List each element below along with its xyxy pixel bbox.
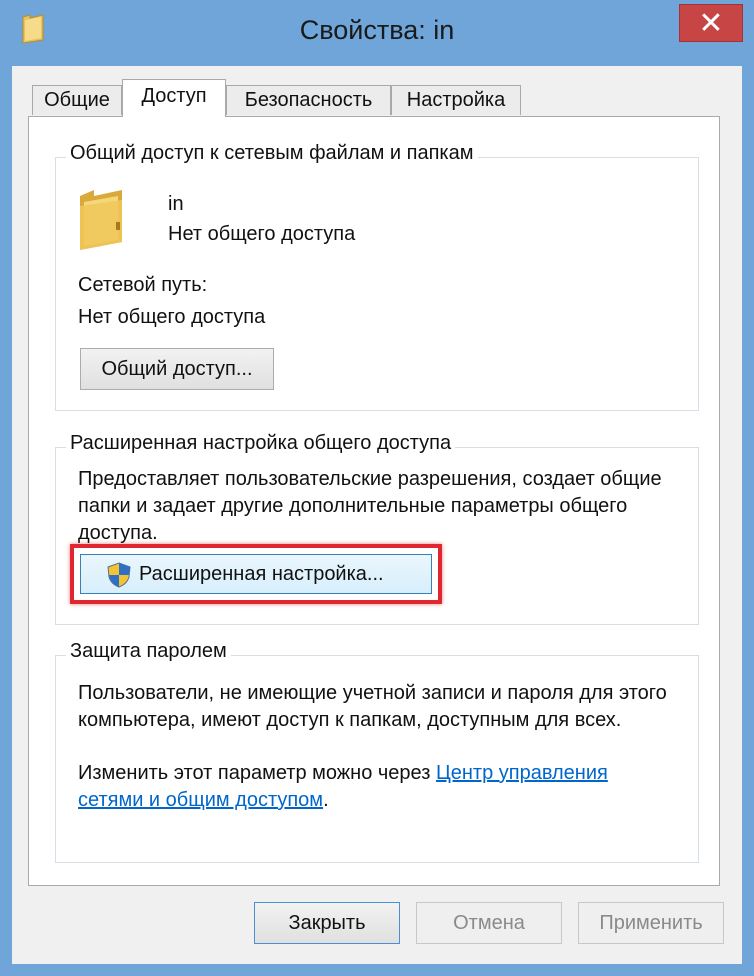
share-button[interactable]: Общий доступ...	[80, 348, 274, 390]
password-protection-description: Пользователи, не имеющие учетной записи …	[78, 682, 667, 731]
network-path-value: Нет общего доступа	[78, 306, 266, 328]
tab-sharing[interactable]: Доступ	[122, 79, 226, 117]
cancel-button[interactable]: Отмена	[416, 902, 562, 944]
sharing-tab-panel: Общий доступ к сетевым файлам и папкам i…	[28, 116, 720, 886]
apply-button[interactable]: Применить	[578, 902, 724, 944]
tab-security[interactable]: Безопасность	[226, 85, 391, 115]
dialog-buttons: Закрыть Отмена Применить	[12, 886, 742, 964]
dialog-client-area: Общие Доступ Безопасность Настройка Общи…	[12, 66, 742, 964]
password-change-text: Изменить этот параметр можно через Центр…	[78, 760, 678, 814]
network-path-label: Сетевой путь:	[78, 274, 208, 296]
tab-general[interactable]: Общие	[32, 85, 122, 115]
advanced-sharing-description: Предоставляет пользовательские разрешени…	[78, 468, 662, 544]
network-sharing-legend: Общий доступ к сетевым файлам и папкам	[66, 142, 478, 165]
window-title: Свойства: in	[299, 15, 455, 45]
trailing-period: .	[323, 789, 329, 811]
folder-icon	[80, 190, 122, 250]
close-button[interactable]: ✕	[679, 4, 743, 42]
advanced-sharing-group: Расширенная настройка общего доступа Пре…	[55, 432, 699, 625]
folder-sharing-status: Нет общего доступа	[168, 223, 356, 245]
advanced-sharing-legend: Расширенная настройка общего доступа	[66, 432, 456, 455]
properties-window: Свойства: in ✕ Общие Доступ Безопасность…	[0, 0, 754, 976]
uac-shield-icon	[107, 562, 131, 588]
tab-customize[interactable]: Настройка	[391, 85, 521, 115]
title-bar[interactable]: Свойства: in ✕	[0, 0, 754, 66]
password-protection-legend: Защита паролем	[66, 640, 231, 663]
folder-name: in	[168, 193, 184, 215]
change-setting-text: Изменить этот параметр можно через	[78, 762, 436, 784]
advanced-sharing-button[interactable]: Расширенная настройка...	[80, 554, 432, 594]
advanced-sharing-button-label: Расширенная настройка...	[139, 563, 384, 585]
close-dialog-button[interactable]: Закрыть	[254, 902, 400, 944]
password-protection-group: Защита паролем Пользователи, не имеющие …	[55, 640, 699, 863]
close-icon: ✕	[698, 7, 724, 40]
network-sharing-group: Общий доступ к сетевым файлам и папкам i…	[55, 142, 699, 411]
